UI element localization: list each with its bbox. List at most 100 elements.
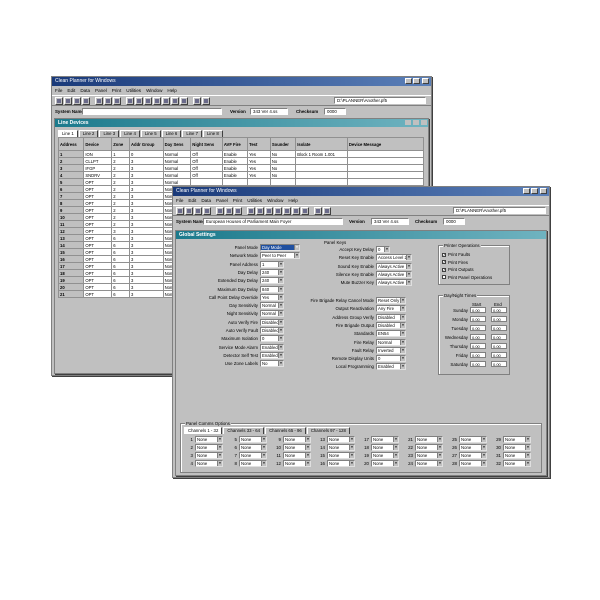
chevron-down-icon[interactable]: ▼	[481, 445, 486, 450]
chevron-down-icon[interactable]: ▼	[278, 336, 283, 342]
table-cell[interactable]: 2	[111, 157, 130, 165]
chevron-down-icon[interactable]: ▼	[278, 286, 283, 292]
new-icon[interactable]	[55, 97, 63, 105]
save-icon[interactable]	[194, 207, 202, 215]
chevron-down-icon[interactable]: ▼	[437, 445, 442, 450]
table-cell[interactable]: 2	[111, 199, 130, 207]
table-cell[interactable]: 3	[129, 157, 164, 165]
print-icon[interactable]	[82, 97, 90, 105]
end-time-field[interactable]: 0.00	[491, 343, 507, 349]
channel-select[interactable]: None ▼	[239, 436, 267, 443]
channel-select[interactable]: None ▼	[503, 460, 531, 467]
table-cell[interactable]: No	[269, 171, 297, 179]
chevron-down-icon[interactable]: ▼	[278, 294, 283, 300]
network-icon[interactable]	[274, 207, 282, 215]
chevron-down-icon[interactable]: ▼	[261, 461, 266, 466]
table-cell[interactable]: 6	[111, 262, 130, 270]
setting-field[interactable]: Any Fire ▼	[376, 305, 406, 313]
checkbox-checked-icon[interactable]: ✓	[442, 252, 446, 257]
channel-select[interactable]: None ▼	[415, 460, 443, 467]
chevron-down-icon[interactable]: ▼	[393, 453, 398, 458]
table-cell[interactable]: 3	[129, 220, 164, 228]
chevron-down-icon[interactable]: ▼	[406, 271, 411, 277]
table-cell[interactable]: OPT	[83, 262, 113, 270]
table-cell[interactable]: 3	[129, 164, 164, 172]
channel-select[interactable]: None ▼	[371, 452, 399, 459]
chevron-down-icon[interactable]: ▼	[525, 461, 530, 466]
open-icon[interactable]	[185, 207, 193, 215]
maximize-icon[interactable]	[413, 78, 420, 84]
channel-select[interactable]: None ▼	[459, 452, 487, 459]
help-icon[interactable]	[193, 97, 201, 105]
chevron-down-icon[interactable]: ▼	[261, 453, 266, 458]
start-time-field[interactable]: 0.00	[470, 334, 486, 340]
home-icon[interactable]	[162, 97, 170, 105]
chevron-down-icon[interactable]: ▼	[525, 437, 530, 442]
table-cell[interactable]: 3	[129, 206, 164, 214]
front-system-name-field[interactable]: European Houses of Parliament Main Foyer	[203, 218, 343, 225]
table-cell[interactable]	[346, 164, 425, 172]
setting-field[interactable]: Disabled ▼	[376, 313, 406, 321]
table-cell[interactable]: OPT	[83, 206, 113, 214]
table-cell[interactable]: 3	[129, 234, 164, 242]
table-cell[interactable]: OPT	[83, 192, 113, 200]
menu-item[interactable]: Data	[80, 88, 90, 93]
channel-select[interactable]: None ▼	[327, 436, 355, 443]
chevron-down-icon[interactable]: ▼	[261, 445, 266, 450]
channel-select[interactable]: None ▼	[239, 460, 267, 467]
chevron-down-icon[interactable]: ▼	[400, 331, 405, 337]
chevron-down-icon[interactable]: ▼	[278, 269, 283, 275]
channel-select[interactable]: None ▼	[371, 444, 399, 451]
table-cell[interactable]	[346, 150, 425, 158]
channel-select[interactable]: None ▼	[283, 460, 311, 467]
table-cell[interactable]: OPT	[83, 178, 113, 186]
end-time-field[interactable]: 0.00	[491, 307, 507, 313]
table-cell[interactable]: OPT	[83, 227, 113, 235]
table-row[interactable]: 1 ION 1 0 Normal Off Enable Yes No Block 1 Room 1…	[57, 150, 425, 158]
table-cell[interactable]: Normal	[162, 178, 192, 186]
table-cell[interactable]: 2	[111, 164, 130, 172]
table-cell[interactable]: OPT	[83, 248, 113, 256]
chevron-down-icon[interactable]: ▼	[217, 461, 222, 466]
tab-channels[interactable]: Channels 1 - 32	[184, 427, 223, 434]
paste-icon[interactable]	[113, 97, 121, 105]
table-cell[interactable]: 3	[129, 213, 164, 221]
table-cell[interactable]: Block 1 Room 1.001	[295, 150, 348, 158]
chevron-down-icon[interactable]: ▼	[393, 445, 398, 450]
table-cell[interactable]: Off	[190, 164, 223, 172]
table-cell[interactable]	[295, 157, 348, 165]
table-cell[interactable]: 6	[111, 269, 130, 277]
tab-line-5[interactable]: Line 5	[140, 130, 161, 137]
chevron-down-icon[interactable]: ▼	[393, 461, 398, 466]
table-cell[interactable]: OPT	[83, 234, 113, 242]
setting-field[interactable]: Inverted ▼	[376, 346, 406, 354]
end-time-field[interactable]: 0.00	[491, 361, 507, 367]
chevron-down-icon[interactable]: ▼	[278, 303, 283, 309]
front-minimize-icon[interactable]	[523, 188, 530, 194]
key-setting-field[interactable]: Always Active ▼	[376, 270, 412, 278]
table-row[interactable]: 4 SNDRV 2 3 Normal Off Enable Yes No	[57, 171, 425, 179]
chevron-down-icon[interactable]: ▼	[437, 437, 442, 442]
global-settings-title-bar[interactable]: Global Settings	[176, 231, 546, 239]
setting-field[interactable]: 1 ▼	[260, 260, 284, 268]
table-cell[interactable]: OPT	[83, 199, 113, 207]
table-cell[interactable]: SNDRV	[83, 171, 113, 179]
line-devices-title-bar[interactable]: Line Devices	[55, 119, 428, 127]
table-cell[interactable]: OPT	[83, 220, 113, 228]
table-cell[interactable]: 3	[129, 241, 164, 249]
table-cell[interactable]: 3	[129, 255, 164, 263]
chevron-down-icon[interactable]: ▼	[406, 280, 411, 286]
device-icon[interactable]	[256, 207, 264, 215]
table-cell[interactable]: Yes	[247, 157, 271, 165]
table-cell[interactable]: 6	[111, 276, 130, 284]
save-icon[interactable]	[73, 97, 81, 105]
chevron-down-icon[interactable]: ▼	[349, 461, 354, 466]
table-cell[interactable]: Yes	[247, 150, 271, 158]
table-cell[interactable]: 2	[111, 171, 130, 179]
channel-select[interactable]: None ▼	[283, 452, 311, 459]
settings-icon[interactable]	[301, 207, 309, 215]
network-icon[interactable]	[153, 97, 161, 105]
copy-icon[interactable]	[104, 97, 112, 105]
table-cell[interactable]	[346, 157, 425, 165]
table-cell[interactable]: Enable	[221, 164, 249, 172]
